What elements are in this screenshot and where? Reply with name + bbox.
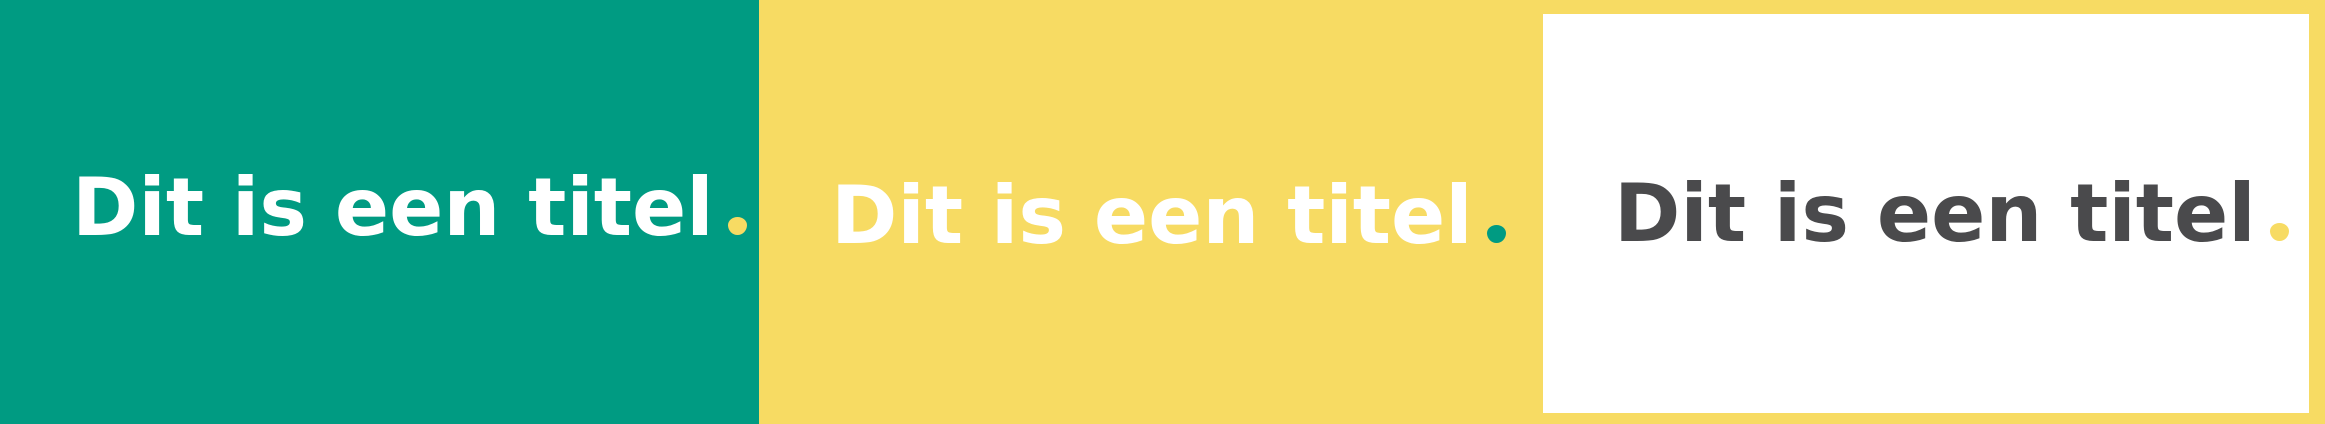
panel-yellow: Dit is een titel (759, 0, 1542, 424)
dot-icon (2269, 222, 2289, 241)
title-text: Dit is een titel (831, 176, 1506, 256)
dot-icon (1486, 225, 1506, 243)
title-label: Dit is een titel (72, 161, 714, 254)
panel-white-framed: Dit is een titel (1542, 0, 2325, 424)
title-color-variants: Dit is een titel Dit is een titel Dit is… (0, 0, 2325, 424)
title-label: Dit is een titel (831, 169, 1473, 262)
title-text: Dit is een titel (1614, 173, 2289, 254)
title-label: Dit is een titel (1614, 166, 2256, 260)
title-text: Dit is een titel (72, 168, 747, 248)
panel-green: Dit is een titel (0, 0, 759, 424)
dot-icon (727, 217, 747, 235)
